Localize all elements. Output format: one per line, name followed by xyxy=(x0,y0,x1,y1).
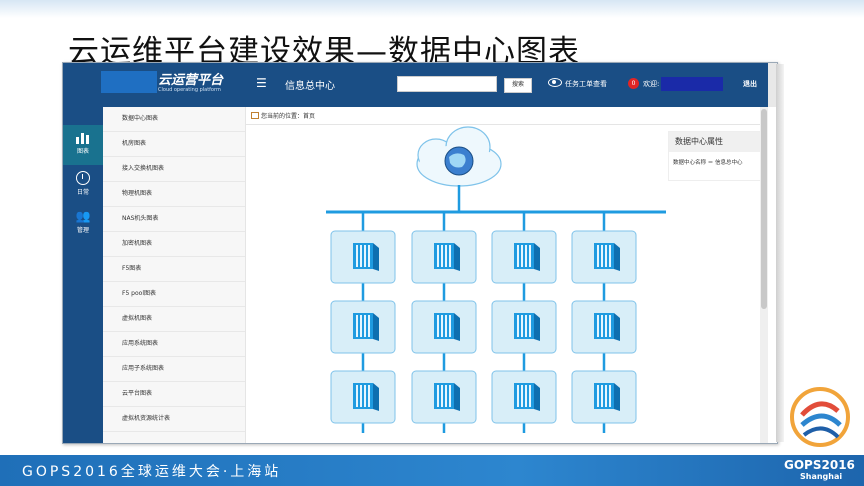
server-icon[interactable] xyxy=(411,370,477,424)
gops-logo-icon xyxy=(790,387,850,447)
sidebar: 数据中心图表 机房图表 接入交换机图表 物理机图表 NAS机头图表 加密机图表 … xyxy=(103,107,246,443)
scrollbar[interactable] xyxy=(760,107,768,443)
logout-button[interactable]: 退出 xyxy=(743,79,757,89)
rail-label: 图表 xyxy=(76,148,89,155)
menu-icon[interactable]: ☰ xyxy=(256,76,267,90)
sidebar-item[interactable]: 应用系统图表 xyxy=(103,332,245,357)
server-icon[interactable] xyxy=(491,230,557,284)
logo-image xyxy=(101,71,157,93)
search-button[interactable]: 搜索 xyxy=(504,78,532,93)
search-input[interactable] xyxy=(397,76,497,92)
username-box xyxy=(661,77,723,91)
server-icon[interactable] xyxy=(330,300,396,354)
sidebar-item[interactable]: 物理机图表 xyxy=(103,182,245,207)
rail-label: 管理 xyxy=(76,227,89,234)
rail-item-manage[interactable]: 👥 管理 xyxy=(63,205,103,245)
topology-diagram xyxy=(326,126,666,433)
sidebar-item[interactable]: 加密机图表 xyxy=(103,232,245,257)
footer-text: GOPS2016全球运维大会·上海站 xyxy=(22,464,282,480)
server-icon[interactable] xyxy=(411,300,477,354)
gops-brand: GOPS2016 xyxy=(784,458,855,472)
server-icon[interactable] xyxy=(411,230,477,284)
notification-badge[interactable]: 0 xyxy=(628,78,639,89)
welcome-label: 欢迎: xyxy=(643,80,660,88)
task-link[interactable]: 任务工单查看 xyxy=(565,79,607,89)
sidebar-item[interactable]: 应用子系统图表 xyxy=(103,357,245,382)
server-icon[interactable] xyxy=(571,370,637,424)
sidebar-item[interactable]: 云平台图表 xyxy=(103,382,245,407)
sidebar-item[interactable]: 数据中心图表 xyxy=(103,107,245,132)
frame-shadow-accent xyxy=(776,64,784,442)
scrollbar-thumb[interactable] xyxy=(761,109,767,309)
logo-text: 云运营平台 xyxy=(158,73,224,88)
sidebar-item[interactable]: 虚拟机资源统计表 xyxy=(103,407,245,432)
main-content: 您当前的位置：首页 数据中心属性 数据中心名称 ＝ 信息总中心 xyxy=(246,107,768,443)
drop-lines xyxy=(361,212,606,433)
slide-footer: GOPS2016全球运维大会·上海站 xyxy=(0,455,864,486)
server-icon[interactable] xyxy=(330,370,396,424)
clock-icon xyxy=(76,171,90,185)
server-icon[interactable] xyxy=(330,230,396,284)
eye-icon[interactable] xyxy=(548,78,562,87)
sidebar-item[interactable]: NAS机头图表 xyxy=(103,207,245,232)
sidebar-item[interactable]: 虚拟机图表 xyxy=(103,307,245,332)
rail-item-daily[interactable]: 日常 xyxy=(63,165,103,205)
logo-subtitle: Cloud operating platform xyxy=(158,87,221,93)
sidebar-item[interactable]: 接入交换机图表 xyxy=(103,157,245,182)
rail-item-charts[interactable]: 图表 xyxy=(63,125,103,165)
cloud-icon[interactable] xyxy=(416,126,502,187)
server-icon[interactable] xyxy=(571,300,637,354)
server-icon[interactable] xyxy=(491,300,557,354)
server-icon[interactable] xyxy=(491,370,557,424)
sidebar-item[interactable]: F5 pool图表 xyxy=(103,282,245,307)
sidebar-item[interactable]: 机房图表 xyxy=(103,132,245,157)
slide-top-decoration xyxy=(0,0,864,18)
bar-chart-icon xyxy=(76,131,90,144)
properties-panel: 数据中心属性 数据中心名称 ＝ 信息总中心 xyxy=(668,131,762,181)
gops-city: Shanghai xyxy=(800,472,843,481)
icon-rail: 图表 日常 👥 管理 xyxy=(63,107,103,443)
app-header: 云运营平台 Cloud operating platform ☰ 信息总中心 搜… xyxy=(63,63,777,107)
properties-row: 数据中心名称 ＝ 信息总中心 xyxy=(673,160,743,166)
rail-label: 日常 xyxy=(76,189,89,196)
people-icon: 👥 xyxy=(75,209,91,223)
server-icon[interactable] xyxy=(571,230,637,284)
header-title: 信息总中心 xyxy=(285,81,335,92)
server-grid xyxy=(330,230,637,424)
properties-title: 数据中心属性 xyxy=(669,132,761,152)
sidebar-item[interactable]: F5图表 xyxy=(103,257,245,282)
app-window: 云运营平台 Cloud operating platform ☰ 信息总中心 搜… xyxy=(62,62,778,444)
